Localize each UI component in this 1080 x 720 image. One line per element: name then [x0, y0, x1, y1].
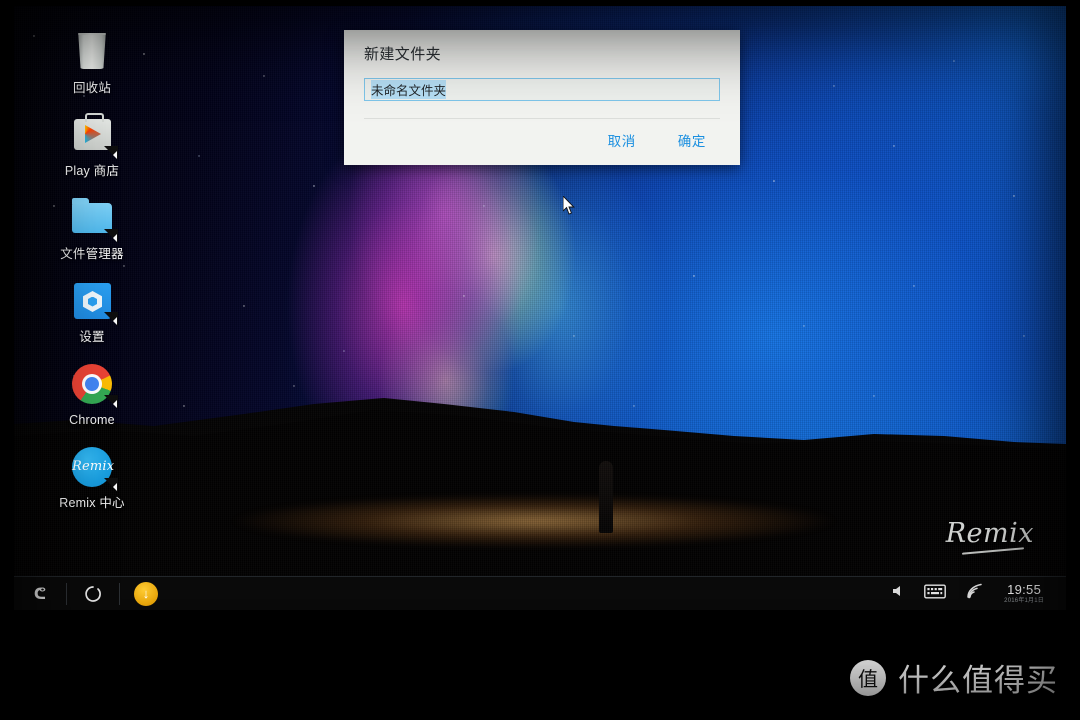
taskbar-system-tray: 19:55 2016年1月1日 — [892, 583, 1066, 604]
photo-watermark: 值 什么值得买 — [850, 655, 1058, 700]
wifi-glyph — [967, 583, 982, 599]
desktop-icon-column: 回收站 Play 商店 文件管理器 设置 Chrome Remix Remix … — [38, 28, 148, 526]
screenshot-root: Remix 回收站 Play 商店 文件管理器 设置 Chrome Remix … — [0, 0, 1080, 720]
keyboard-icon[interactable] — [924, 584, 947, 604]
play-store-icon — [68, 111, 118, 160]
remix-wallpaper-logo-text: Remix — [945, 518, 1034, 549]
clock-time: 19:55 — [1007, 582, 1042, 597]
folder-name-input[interactable] — [364, 78, 720, 101]
mouse-pointer-arrow — [563, 196, 575, 215]
desktop-icon-label: Chrome — [69, 413, 115, 427]
refresh-circle-glyph — [85, 585, 101, 602]
desktop-icon-chrome[interactable]: Chrome — [38, 360, 146, 428]
remix-center-icon-text: Remix — [72, 447, 114, 487]
download-arrow-glyph: ↓ — [142, 586, 150, 601]
desktop-icon-play-store[interactable]: Play 商店 — [38, 111, 146, 179]
taskbar-clock[interactable]: 19:55 2016年1月1日 — [1004, 583, 1044, 604]
remix-center-icon: Remix — [68, 443, 118, 492]
desktop-icon-recycle-bin[interactable]: 回收站 — [38, 28, 146, 96]
dialog-title: 新建文件夹 — [364, 46, 442, 63]
volume-icon[interactable] — [892, 584, 904, 603]
taskbar: ᕦ ↓ 19:55 2016年1月1日 — [14, 576, 1066, 610]
remix-wallpaper-logo: Remix — [945, 518, 1034, 555]
desktop-icon-file-manager[interactable]: 文件管理器 — [38, 194, 146, 262]
monitor-screen-area: Remix 回收站 Play 商店 文件管理器 设置 Chrome Remix … — [14, 6, 1066, 610]
wallpaper-ground-glow — [134, 476, 894, 566]
desktop-icon-label: Remix 中心 — [59, 496, 125, 510]
start-menu-icon[interactable]: ᕦ — [14, 577, 66, 610]
download-badge: ↓ — [134, 581, 158, 606]
wifi-icon[interactable] — [966, 583, 984, 604]
desktop-icon-label: 文件管理器 — [60, 247, 124, 261]
desktop-icon-settings[interactable]: 设置 — [38, 277, 146, 345]
start-menu-glyph: ᕦ — [33, 584, 47, 603]
dialog-action-row: 取消 确定 — [344, 119, 740, 152]
dialog-input-wrapper — [344, 64, 740, 101]
settings-gear-icon — [68, 277, 118, 326]
desktop-icon-remix-center[interactable]: Remix Remix 中心 — [38, 443, 146, 511]
file-manager-folder-icon — [68, 194, 118, 243]
wallpaper-person-silhouette — [599, 461, 613, 533]
volume-glyph — [893, 586, 901, 596]
confirm-button[interactable]: 确定 — [674, 128, 710, 152]
desktop-icon-label: Play 商店 — [64, 164, 120, 178]
watermark-logo: 值 — [850, 659, 886, 696]
download-arrow-icon[interactable]: ↓ — [120, 577, 172, 610]
desktop-icon-label: 回收站 — [72, 81, 112, 95]
trash-icon — [68, 28, 116, 76]
keyboard-glyph — [924, 584, 947, 599]
taskbar-left-group: ᕦ ↓ — [14, 577, 172, 610]
chrome-icon — [68, 360, 118, 409]
cancel-button[interactable]: 取消 — [604, 128, 640, 152]
watermark-text: 什么值得买 — [898, 663, 1058, 699]
refresh-circle-icon[interactable] — [67, 577, 119, 610]
new-folder-dialog: 新建文件夹 取消 确定 — [344, 30, 740, 165]
desktop-icon-label: 设置 — [79, 330, 105, 344]
clock-date: 2016年1月1日 — [1004, 598, 1044, 604]
